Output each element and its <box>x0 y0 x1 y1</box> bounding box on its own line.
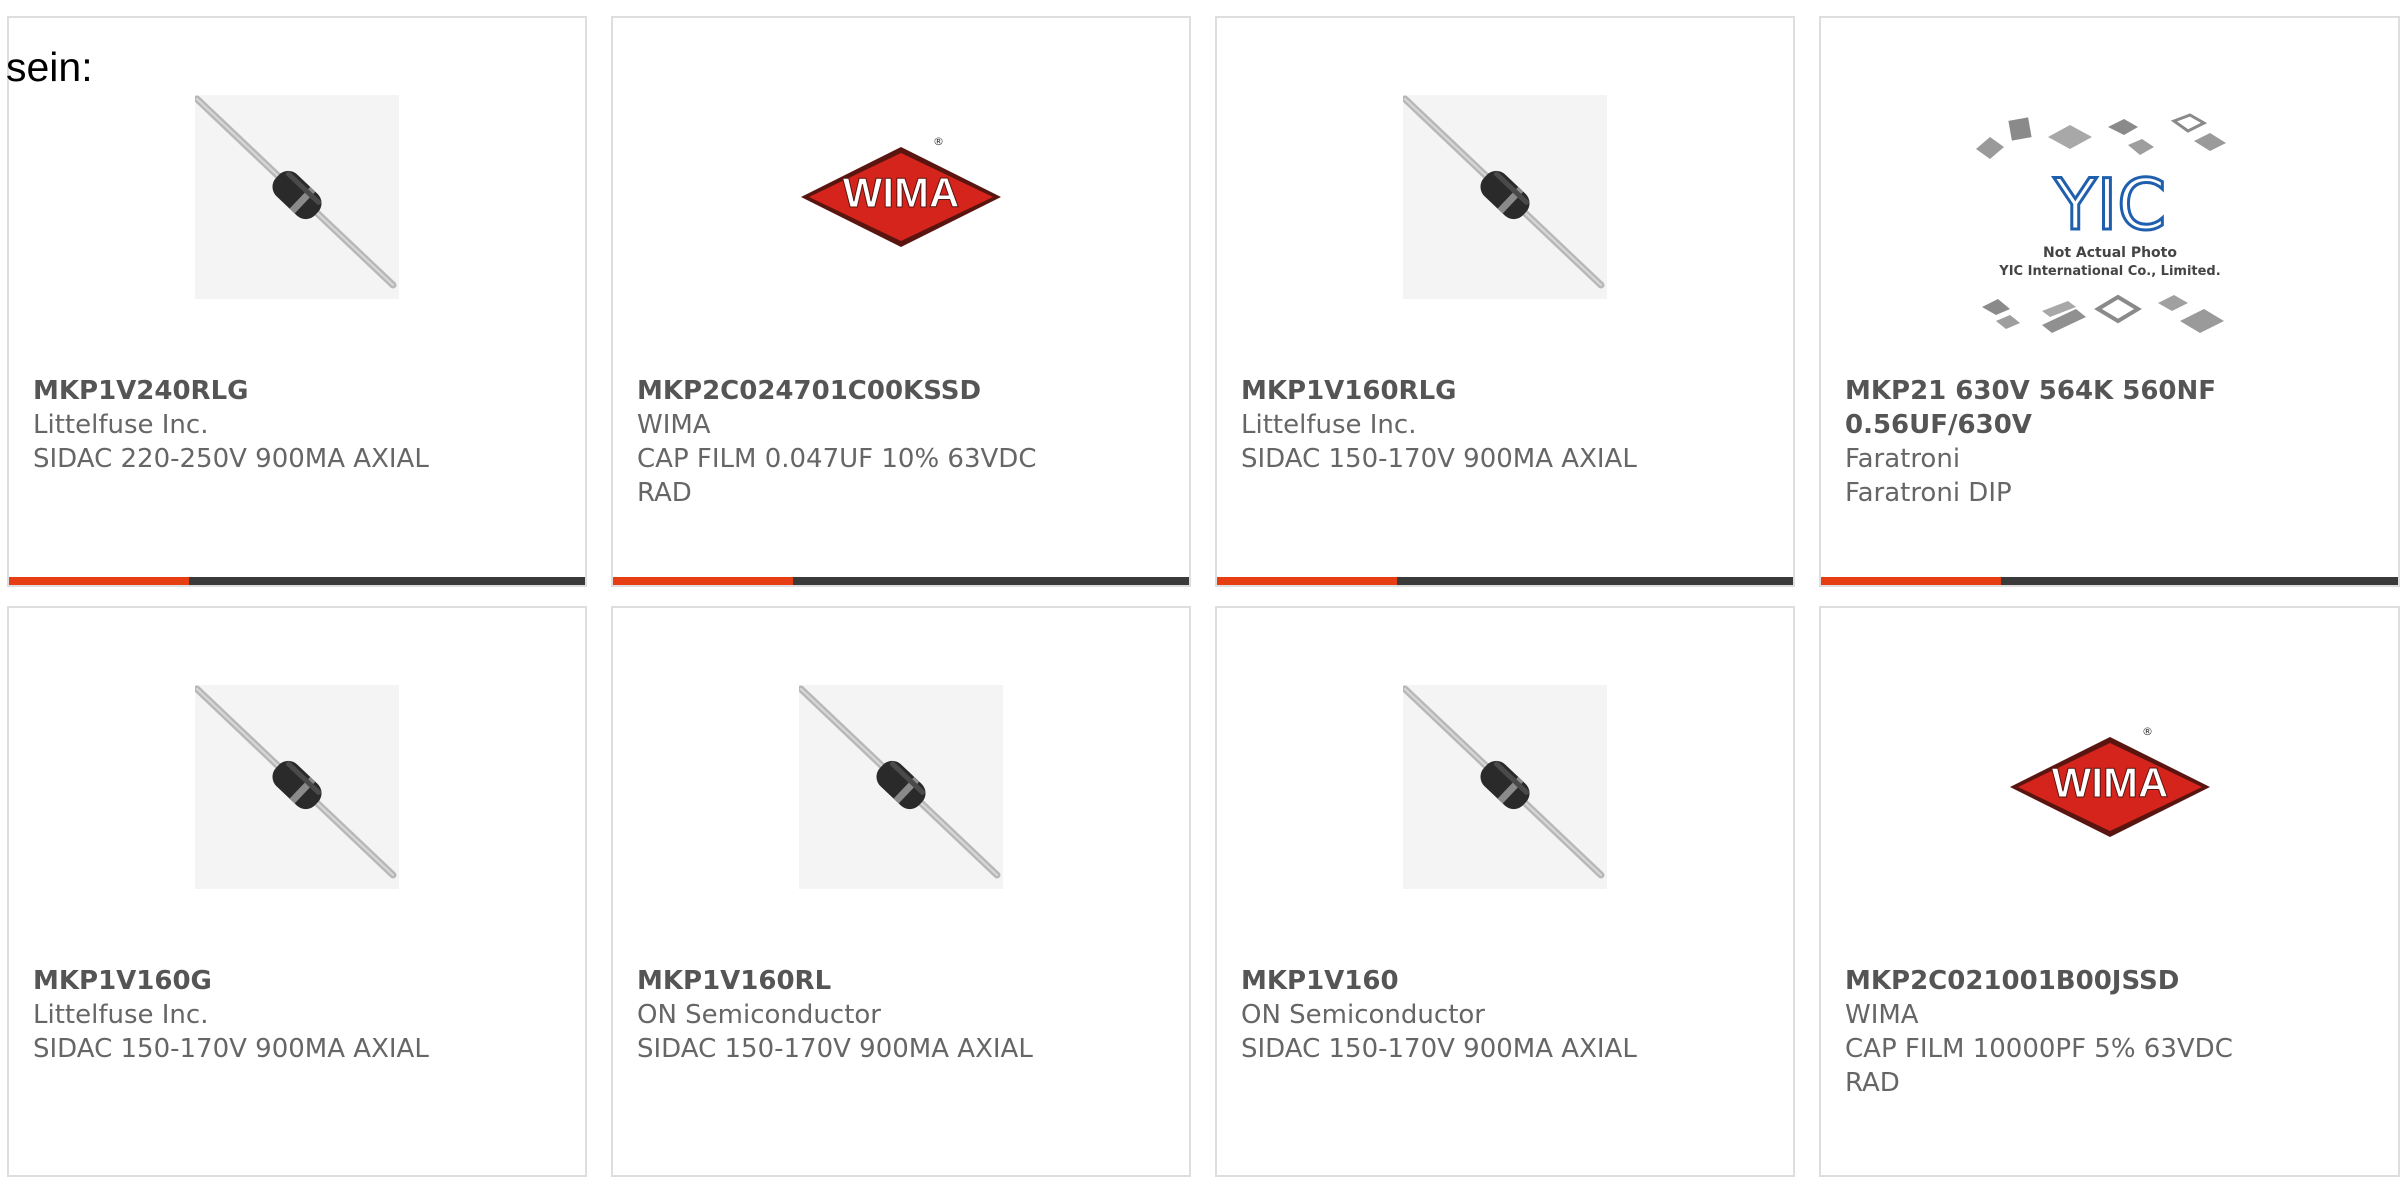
description: SIDAC 220-250V 900MA AXIAL <box>33 444 429 474</box>
part-number-link[interactable]: MKP2C021001B00JSSD <box>1845 964 2374 998</box>
product-card[interactable]: MKP1V160RLG Littelfuse Inc. SIDAC 150-17… <box>1215 16 1795 587</box>
card-footer-accent <box>9 577 189 585</box>
wima-logo-icon: WIMA ® <box>2009 725 2210 837</box>
product-info: MKP2C021001B00JSSD WIMA CAP FILM 10000PF… <box>1845 964 2374 1100</box>
axial-diode-icon <box>1403 95 1607 299</box>
part-number-link[interactable]: MKP1V160 <box>1241 964 1769 998</box>
product-thumbnail[interactable] <box>613 677 1189 897</box>
product-card[interactable]: MKP1V240RLG Littelfuse Inc. SIDAC 220-25… <box>7 16 587 587</box>
axial-diode-icon <box>195 95 399 299</box>
axial-diode-icon <box>195 685 399 889</box>
product-thumbnail[interactable]: WIMA ® <box>1821 677 2398 897</box>
product-info: MKP21 630V 564K 560NF 0.56UF/630V Faratr… <box>1845 374 2374 510</box>
wima-logo-icon: WIMA ® <box>801 135 1001 247</box>
svg-text:WIMA: WIMA <box>2051 759 2168 806</box>
product-info: MKP2C024701C00KSSD WIMA CAP FILM 0.047UF… <box>637 374 1165 510</box>
product-info: MKP1V160RL ON Semiconductor SIDAC 150-17… <box>637 964 1165 1066</box>
description: SIDAC 150-170V 900MA AXIAL <box>1241 1034 1637 1064</box>
axial-diode-icon <box>799 685 1003 889</box>
svg-text:YIC: YIC <box>2052 164 2165 246</box>
description: CAP FILM 0.047UF 10% 63VDC RAD <box>637 444 1037 508</box>
card-footer-bar <box>613 577 1189 585</box>
product-info: MKP1V160G Littelfuse Inc. SIDAC 150-170V… <box>33 964 561 1066</box>
card-footer-bar <box>9 577 585 585</box>
product-thumbnail[interactable] <box>1217 677 1793 897</box>
manufacturer: Littelfuse Inc. <box>1241 410 1417 440</box>
axial-diode-icon <box>1403 685 1607 889</box>
svg-text:YIC International Co., Limited: YIC International Co., Limited. <box>1998 264 2220 279</box>
product-thumbnail[interactable]: WIMA ® <box>613 87 1189 307</box>
product-thumbnail[interactable]: YIC Not Actual Photo YIC International C… <box>1821 98 2398 364</box>
card-footer-bar <box>1217 577 1793 585</box>
card-footer-accent <box>1217 577 1397 585</box>
manufacturer: Faratroni <box>1845 444 1961 474</box>
part-number-link[interactable]: MKP1V160RLG <box>1241 374 1769 408</box>
product-thumbnail[interactable] <box>1217 87 1793 307</box>
manufacturer: WIMA <box>637 410 711 440</box>
card-footer-accent <box>1821 577 2001 585</box>
part-number-link[interactable]: MKP1V240RLG <box>33 374 561 408</box>
manufacturer: WIMA <box>1845 1000 1919 1030</box>
part-number-link[interactable]: MKP1V160G <box>33 964 561 998</box>
product-card[interactable]: WIMA ® MKP2C021001B00JSSD WIMA CAP FILM … <box>1819 606 2400 1177</box>
product-card[interactable]: YIC Not Actual Photo YIC International C… <box>1819 16 2400 587</box>
description: SIDAC 150-170V 900MA AXIAL <box>33 1034 429 1064</box>
svg-text:®: ® <box>933 135 944 148</box>
description: Faratroni DIP <box>1845 478 2012 508</box>
product-card[interactable]: WIMA ® MKP2C024701C00KSSD WIMA CAP FILM … <box>611 16 1191 587</box>
product-info: MKP1V240RLG Littelfuse Inc. SIDAC 220-25… <box>33 374 561 476</box>
part-number-link[interactable]: MKP2C024701C00KSSD <box>637 374 1165 408</box>
manufacturer: ON Semiconductor <box>637 1000 881 1030</box>
card-footer-bar <box>1821 577 2398 585</box>
card-footer-accent <box>613 577 793 585</box>
product-card[interactable]: MKP1V160 ON Semiconductor SIDAC 150-170V… <box>1215 606 1795 1177</box>
svg-text:WIMA: WIMA <box>843 169 960 216</box>
part-number-link[interactable]: MKP1V160RL <box>637 964 1165 998</box>
product-card[interactable]: MKP1V160RL ON Semiconductor SIDAC 150-17… <box>611 606 1191 1177</box>
product-info: MKP1V160RLG Littelfuse Inc. SIDAC 150-17… <box>1241 374 1769 476</box>
product-thumbnail[interactable] <box>9 87 585 307</box>
leading-text: sein: <box>6 44 93 90</box>
description: SIDAC 150-170V 900MA AXIAL <box>1241 444 1637 474</box>
description: CAP FILM 10000PF 5% 63VDC RAD <box>1845 1034 2233 1098</box>
manufacturer: Littelfuse Inc. <box>33 1000 209 1030</box>
product-thumbnail[interactable] <box>9 677 585 897</box>
svg-text:Not Actual Photo: Not Actual Photo <box>2043 245 2177 261</box>
part-number-link[interactable]: MKP21 630V 564K 560NF 0.56UF/630V <box>1845 374 2245 442</box>
yic-placeholder-icon: YIC Not Actual Photo YIC International C… <box>1975 113 2226 333</box>
product-info: MKP1V160 ON Semiconductor SIDAC 150-170V… <box>1241 964 1769 1066</box>
product-card[interactable]: MKP1V160G Littelfuse Inc. SIDAC 150-170V… <box>7 606 587 1177</box>
manufacturer: Littelfuse Inc. <box>33 410 209 440</box>
svg-text:®: ® <box>2142 725 2153 738</box>
description: SIDAC 150-170V 900MA AXIAL <box>637 1034 1033 1064</box>
manufacturer: ON Semiconductor <box>1241 1000 1485 1030</box>
